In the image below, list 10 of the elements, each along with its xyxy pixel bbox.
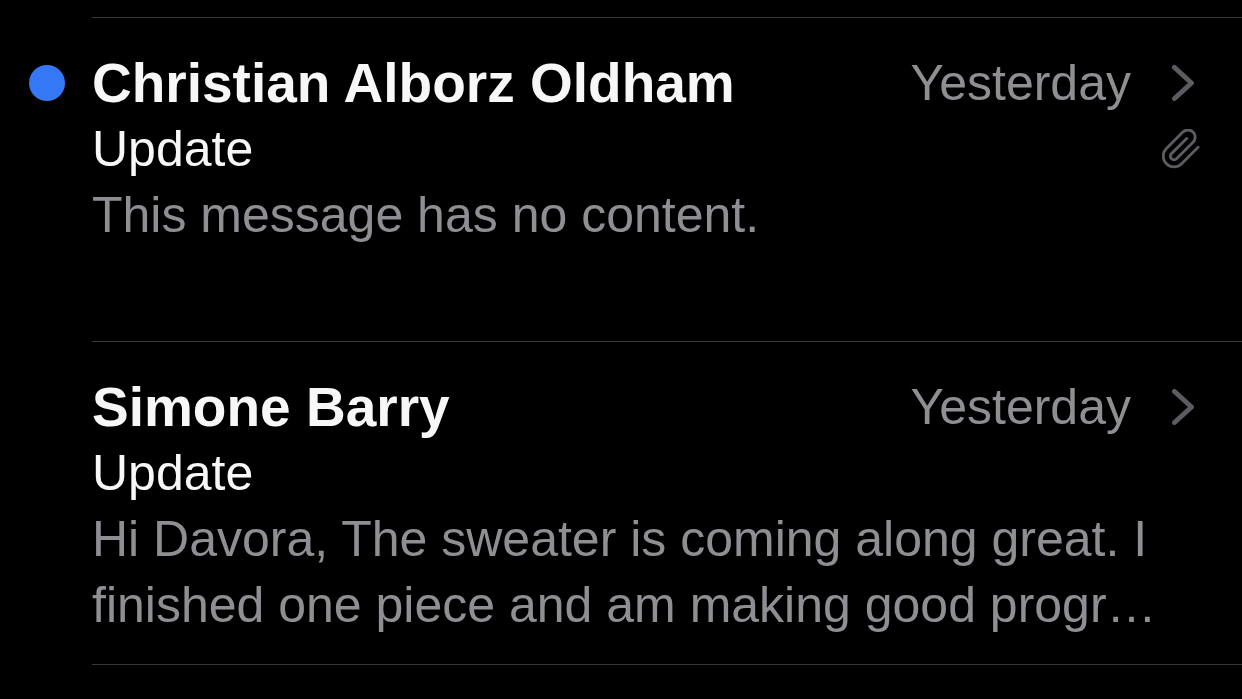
message-date: Yesterday (910, 54, 1131, 113)
message-preview: Hi Davora, The sweater is coming along great. I finished one piece and am making good progr… (92, 510, 1158, 635)
subject-line: Update (92, 444, 254, 503)
message-preview: This message has no content. (92, 186, 761, 245)
subject-line: Update (92, 120, 254, 179)
message-date: Yesterday (910, 378, 1131, 437)
chevron-icon (1171, 388, 1195, 426)
sender-name: Simone Barry (92, 375, 450, 440)
sender-name: Christian Alborz Oldham (92, 51, 735, 116)
chevron-icon (1171, 64, 1195, 102)
